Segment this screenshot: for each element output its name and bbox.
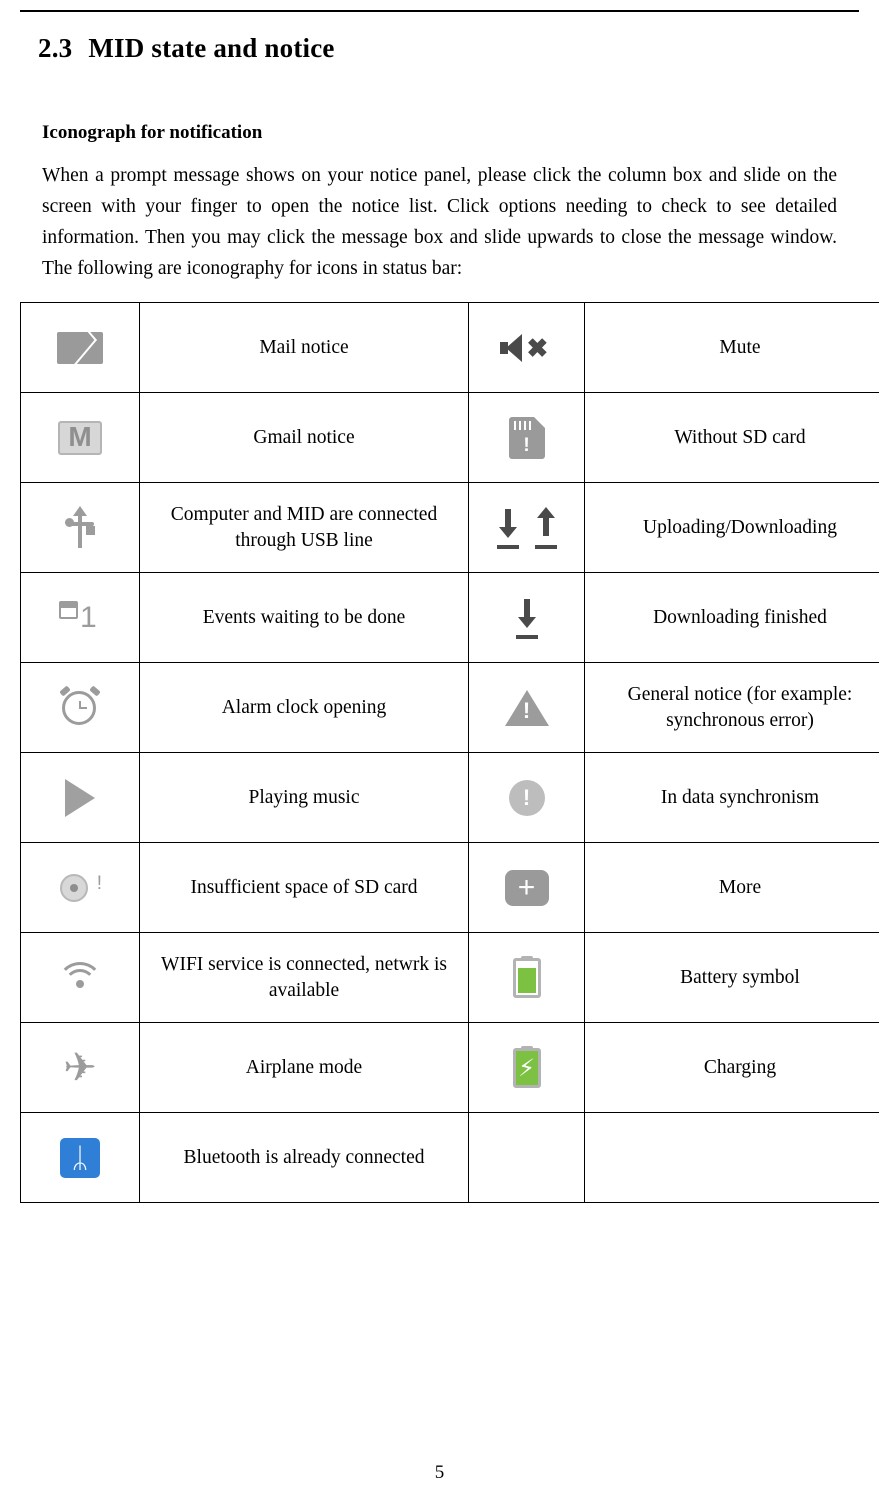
label-cell: Battery symbol — [584, 932, 879, 1023]
charging-battery-icon: ⚡ — [512, 1045, 541, 1088]
exclamation-mark: ! — [523, 434, 530, 456]
page-title: 2.3 MID state and notice — [38, 28, 859, 68]
icon-cell-empty — [468, 1112, 585, 1203]
exclamation-mark: ! — [522, 697, 531, 723]
label-cell-empty — [584, 1112, 879, 1203]
page-number: 5 — [434, 1462, 445, 1483]
label-cell: Playing music — [139, 752, 469, 843]
icon-cell: ! — [468, 752, 585, 843]
airplane-mode-icon: ✈ — [63, 1044, 97, 1090]
label-cell: Events waiting to be done — [139, 572, 469, 663]
icon-cell: + — [468, 842, 585, 933]
document-page: 2.3 MID state and notice Iconograph for n… — [0, 0, 879, 1506]
icon-cell — [20, 392, 140, 483]
exclamation-mark: ! — [96, 872, 102, 894]
usb-icon — [65, 505, 95, 550]
lightning-bolt: ⚡ — [518, 1053, 535, 1082]
icon-legend-table: Mail notice ✖ Mute Gmail notice — [20, 302, 879, 1203]
label-cell: Bluetooth is already connected — [139, 1112, 469, 1203]
download-finished-icon — [511, 597, 543, 639]
table-row: Computer and MID are connected through U… — [20, 482, 879, 573]
sync-error-icon: ! — [507, 778, 547, 818]
icon-cell: ⚡ — [468, 1022, 585, 1113]
mail-envelope-icon — [57, 331, 103, 364]
icon-cell — [20, 662, 140, 753]
x-mark: ✖ — [526, 332, 549, 363]
table-row: ᛦ Bluetooth is already connected — [20, 1112, 879, 1203]
label-cell: Uploading/Downloading — [584, 482, 879, 573]
label-cell: General notice (for example: synchronous… — [584, 662, 879, 753]
sd-card-low-space-icon: ! — [58, 871, 102, 905]
wifi-icon — [57, 961, 103, 994]
icon-cell: ! — [20, 842, 140, 933]
label-cell: Computer and MID are connected through U… — [139, 482, 469, 573]
icon-cell — [468, 482, 585, 573]
icon-cell — [20, 482, 140, 573]
plus-sign: + — [517, 870, 536, 904]
more-plus-icon: + — [504, 869, 549, 906]
label-cell: Insufficient space of SD card — [139, 842, 469, 933]
warning-triangle-icon: ! — [504, 689, 549, 726]
table-row: Gmail notice ! Without SD card — [20, 392, 879, 483]
label-cell: More — [584, 842, 879, 933]
icon-cell — [20, 302, 140, 393]
section-number: 2.3 — [38, 33, 73, 63]
icon-cell — [20, 752, 140, 843]
icon-cell: ᛦ — [20, 1112, 140, 1203]
bluetooth-glyph: ᛦ — [71, 1140, 89, 1174]
label-cell: Without SD card — [584, 392, 879, 483]
table-row: ! Insufficient space of SD card + More — [20, 842, 879, 933]
table-row: ✈ Airplane mode ⚡ Charging — [20, 1022, 879, 1113]
label-cell: Mail notice — [139, 302, 469, 393]
label-cell: Alarm clock opening — [139, 662, 469, 753]
event-count: 1 — [80, 600, 97, 634]
label-cell: WIFI service is connected, netwrk is ava… — [139, 932, 469, 1023]
table-row: WIFI service is connected, netwrk is ava… — [20, 932, 879, 1023]
table-row: Playing music ! In data synchronism — [20, 752, 879, 843]
play-music-icon — [65, 778, 95, 817]
bluetooth-icon: ᛦ — [60, 1137, 100, 1178]
label-cell: Airplane mode — [139, 1022, 469, 1113]
table-row: Mail notice ✖ Mute — [20, 302, 879, 393]
calendar-event-icon: 1 — [59, 597, 101, 639]
label-cell: Downloading finished — [584, 572, 879, 663]
gmail-icon — [58, 420, 102, 455]
icon-cell: 1 — [20, 572, 140, 663]
table-row: 1 Events waiting to be done Downloading … — [20, 572, 879, 663]
upload-download-arrows-icon — [496, 506, 558, 549]
section-title-text: MID state and notice — [88, 33, 335, 63]
label-cell: Charging — [584, 1022, 879, 1113]
label-cell: In data synchronism — [584, 752, 879, 843]
no-sd-card-icon: ! — [508, 416, 545, 459]
alarm-clock-icon — [59, 684, 101, 728]
battery-icon — [512, 955, 541, 998]
page-content: 2.3 MID state and notice Iconograph for n… — [20, 28, 879, 1203]
subheading: Iconograph for notification — [42, 122, 263, 143]
icon-cell — [468, 932, 585, 1023]
icon-cell: ! — [468, 392, 585, 483]
icon-cell: ✈ — [20, 1022, 140, 1113]
body-paragraph: When a prompt message shows on your noti… — [42, 165, 837, 279]
icon-cell: ! — [468, 662, 585, 753]
mute-speaker-icon: ✖ — [499, 331, 554, 365]
exclamation-mark: ! — [522, 784, 531, 810]
label-cell: Mute — [584, 302, 879, 393]
icon-cell — [468, 572, 585, 663]
label-cell: Gmail notice — [139, 392, 469, 483]
table-row: Alarm clock opening ! General notice (fo… — [20, 662, 879, 753]
icon-cell: ✖ — [468, 302, 585, 393]
icon-cell — [20, 932, 140, 1023]
header-rule — [20, 10, 859, 12]
